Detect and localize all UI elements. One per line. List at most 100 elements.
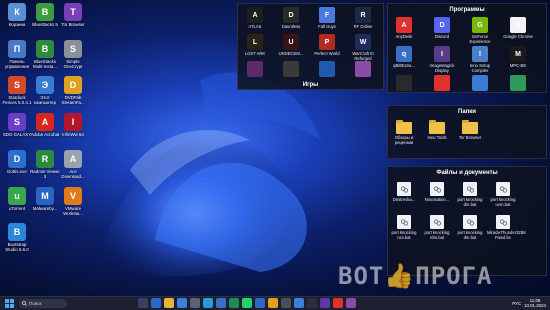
file-item[interactable]: MiracleThunder32Bit Fixed.bx bbox=[487, 215, 526, 240]
desktop-icon[interactable]: B BlueStacks 5 bbox=[30, 3, 60, 27]
program-icon-9 bbox=[396, 75, 412, 91]
taskbar-app-16-icon[interactable] bbox=[346, 298, 356, 308]
desktop-icon[interactable]: M Malwareby... bbox=[30, 187, 60, 211]
desktop-icon-label: VMware Worksta... bbox=[63, 206, 83, 216]
game-item[interactable]: R RF Online bbox=[348, 7, 378, 29]
taskbar-app-6-icon[interactable] bbox=[216, 298, 226, 308]
program-item[interactable]: I Inno Setup Compiler bbox=[465, 46, 495, 73]
desktop-icon[interactable]: D DVDFab StreamFa... bbox=[58, 76, 88, 105]
desktop-icon[interactable]: T Tor Browser bbox=[58, 3, 88, 27]
watermark-part2: ПРОГА bbox=[415, 262, 493, 290]
file-item-label: port knocking ncv.bat bbox=[391, 230, 417, 240]
desktop-icon-label: uTorrent bbox=[8, 206, 26, 211]
folders-fence: Папки Обзоры и рецензии Inno Tools Tor Brow… bbox=[387, 105, 547, 159]
taskbar-app-9-icon[interactable] bbox=[255, 298, 265, 308]
start-button[interactable] bbox=[3, 298, 15, 310]
desktop-icon[interactable]: A Adobe Acrobat bbox=[30, 113, 60, 137]
taskbar-app-10-icon[interactable] bbox=[268, 298, 278, 308]
desktop-icon-label: Dottis.exe bbox=[7, 169, 27, 174]
file-item[interactable]: port knocking dm.bat bbox=[455, 182, 485, 207]
taskbar-search[interactable]: Поиск bbox=[19, 299, 67, 308]
game-item[interactable]: F Fall Guys bbox=[312, 7, 342, 29]
file-item[interactable]: port knocking ncv.bat bbox=[389, 215, 419, 240]
desktop-icon[interactable]: S SDG GALAXY bbox=[2, 113, 32, 137]
taskbar-app-4-icon[interactable] bbox=[190, 298, 200, 308]
atlas-icon: A bbox=[247, 7, 263, 23]
program-item[interactable]: G GeForce Experience bbox=[465, 17, 495, 44]
file-item[interactable]: Novosation... bbox=[422, 182, 452, 202]
taskbar-app-7-icon[interactable] bbox=[229, 298, 239, 308]
document-icon bbox=[430, 182, 444, 196]
desktop-icon[interactable]: I InfinWw 64 bbox=[58, 113, 88, 137]
utorrent-icon: u bbox=[8, 187, 26, 205]
file-item[interactable]: Dmitrevka... bbox=[389, 182, 419, 202]
desktop-icon[interactable]: S Stardock Fences 5.0.4.1 bbox=[2, 76, 32, 105]
taskbar-app-13-icon[interactable] bbox=[307, 298, 317, 308]
program-item[interactable]: G Google Chrome bbox=[503, 17, 533, 39]
program-item[interactable]: M MPC-BE bbox=[503, 46, 533, 68]
taskbar-app-5-icon[interactable] bbox=[203, 298, 213, 308]
game-item[interactable]: A ATLAS bbox=[240, 7, 270, 29]
program-item[interactable] bbox=[503, 75, 533, 91]
game-item[interactable]: P Perfect World bbox=[312, 34, 342, 56]
thumbs-up-icon: 👍 bbox=[384, 262, 416, 290]
game-item[interactable] bbox=[312, 61, 342, 77]
desktop-icon[interactable]: B Bootstrap Studio 6.6.0 bbox=[2, 223, 32, 252]
desktop-icon[interactable]: Э Этот компьютер bbox=[30, 76, 60, 105]
folder-item[interactable]: Tor Browser bbox=[455, 120, 485, 140]
game-item[interactable] bbox=[276, 61, 306, 77]
desktop-icon[interactable]: u uTorrent bbox=[2, 187, 32, 211]
folder-item[interactable]: Inno Tools bbox=[422, 120, 452, 140]
document-icon bbox=[397, 182, 411, 196]
desktop-icon-label: Stardock Fences 5.0.4.1 bbox=[2, 95, 32, 105]
desktop-icon[interactable]: R Radmin Viewer 3 bbox=[30, 150, 60, 179]
file-item-label: port knocking rdm.bat bbox=[424, 230, 450, 240]
taskbar-app-12-icon[interactable] bbox=[294, 298, 304, 308]
program-item[interactable]: q qBittExtra... bbox=[389, 46, 419, 68]
program-item[interactable] bbox=[389, 75, 419, 91]
game-item[interactable]: W WarCraft III Reforged bbox=[348, 34, 378, 61]
game-item-label: ATLAS bbox=[248, 24, 262, 29]
program-item[interactable]: D Discord bbox=[427, 17, 457, 39]
warcraft-icon: W bbox=[355, 34, 371, 50]
desktop-icon[interactable]: B BlueStacks Multi-Insta... bbox=[30, 40, 60, 69]
file-explorer-icon[interactable] bbox=[164, 298, 174, 308]
program-item[interactable] bbox=[465, 75, 495, 91]
folder-item[interactable]: Обзоры и рецензии bbox=[389, 120, 419, 145]
taskbar-app-11-icon[interactable] bbox=[281, 298, 291, 308]
bluestacks-multi-icon: B bbox=[36, 40, 54, 58]
program-item[interactable]: I ImageMagick Display bbox=[427, 46, 457, 73]
game-item[interactable] bbox=[348, 61, 378, 77]
desktop-icon[interactable]: П Панель управления bbox=[2, 40, 32, 69]
desktop-icon[interactable]: S Simple OneCrypt bbox=[58, 40, 88, 69]
clock[interactable]: 11:08 10.01.2024 bbox=[524, 298, 546, 308]
fences-icon: S bbox=[8, 76, 26, 94]
taskbar-app-1-icon[interactable] bbox=[151, 298, 161, 308]
file-item[interactable]: port knocking uvm.bat bbox=[488, 182, 518, 207]
game-item[interactable]: U UNDECEM... bbox=[276, 34, 306, 56]
program-item[interactable]: A AnyDesk bbox=[389, 17, 419, 39]
whatsapp-icon[interactable] bbox=[242, 298, 252, 308]
game-icon-11 bbox=[319, 61, 335, 77]
desktop-icon[interactable]: К Корзина bbox=[2, 3, 32, 27]
discord-icon: D bbox=[434, 17, 450, 33]
task-view-icon[interactable] bbox=[138, 298, 148, 308]
taskbar-app-15-icon[interactable] bbox=[333, 298, 343, 308]
perfect-world-icon: P bbox=[319, 34, 335, 50]
game-item[interactable]: L LOST ARK bbox=[240, 34, 270, 56]
system-tray: РУС 11:08 10.01.2024 bbox=[512, 298, 546, 308]
desktop-icon[interactable]: A Ace Download... bbox=[58, 150, 88, 179]
desktop-icon[interactable]: V VMware Worksta... bbox=[58, 187, 88, 216]
program-icon-10 bbox=[434, 75, 450, 91]
game-item[interactable] bbox=[240, 61, 270, 77]
sdg-galaxy-icon: S bbox=[8, 113, 26, 131]
language-indicator[interactable]: РУС bbox=[512, 301, 521, 306]
program-item[interactable] bbox=[427, 75, 457, 91]
file-item[interactable]: port knocking rdm.bat bbox=[422, 215, 452, 240]
game-item[interactable]: D Dauntless bbox=[276, 7, 306, 29]
taskbar-app-14-icon[interactable] bbox=[320, 298, 330, 308]
file-item[interactable]: port knocking dm.bat bbox=[455, 215, 485, 240]
taskbar-app-3-icon[interactable] bbox=[177, 298, 187, 308]
program-icon-11 bbox=[472, 75, 488, 91]
desktop-icon[interactable]: D Dottis.exe bbox=[2, 150, 32, 174]
